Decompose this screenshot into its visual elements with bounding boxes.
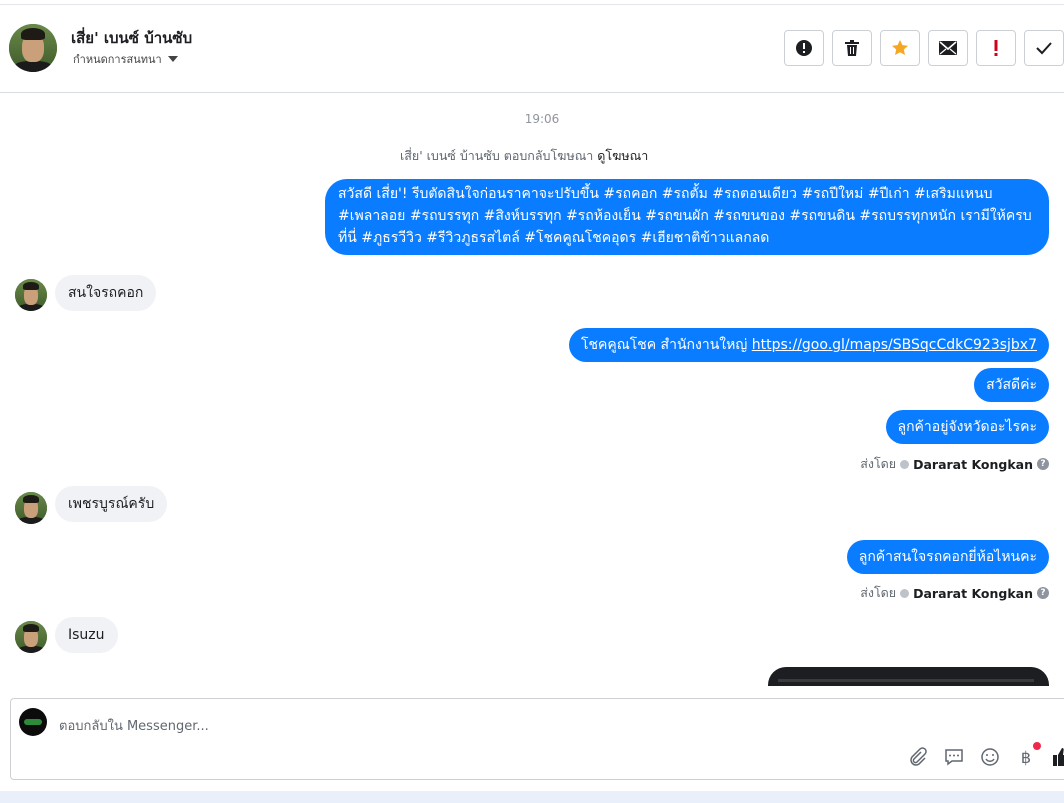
sent-by-row: ส่งโดย Dararat Kongkan ? — [860, 583, 1049, 603]
sent-by-label: ส่งโดย — [860, 585, 897, 600]
like-button[interactable] — [1051, 746, 1064, 768]
ad-reply-note: เสี่ย' เบนซ์ บ้านซับ ตอบกลับโฆษณา ดูโฆษณ… — [400, 146, 648, 166]
saved-replies-icon — [945, 749, 963, 766]
message-text: โชคคูณโชค สำนักงานใหญ่ — [580, 337, 752, 353]
caret-down-icon — [167, 56, 178, 62]
outgoing-message[interactable]: โชคคูณโชค สำนักงานใหญ่ https://goo.gl/ma… — [568, 328, 1049, 362]
contact-name[interactable]: เสี่ย' เบนซ์ บ้านซับ — [71, 26, 192, 50]
incoming-message[interactable]: Isuzu — [55, 617, 118, 653]
contact-avatar-small — [15, 492, 47, 524]
baht-payment-icon: ฿ — [1020, 747, 1032, 767]
agent-name[interactable]: Dararat Kongkan — [913, 457, 1033, 472]
saved-replies-button[interactable] — [943, 746, 965, 768]
trash-icon — [845, 40, 859, 56]
incoming-message[interactable]: สนใจรถคอก — [55, 275, 157, 311]
conversation-header: เสี่ย' เบนซ์ บ้านซับ กำหนดการสนทนา — [0, 5, 1064, 93]
outgoing-message[interactable]: สวัสดีค่ะ — [974, 368, 1049, 402]
exclamation-icon — [994, 40, 998, 56]
attach-button[interactable] — [907, 746, 929, 768]
contact-avatar[interactable] — [9, 24, 57, 72]
map-link[interactable]: https://goo.gl/maps/SBSqcCdkC923sjbx7 — [752, 337, 1037, 353]
agent-name[interactable]: Dararat Kongkan — [913, 586, 1033, 601]
reply-composer[interactable]: ตอบกลับใน Messenger... ฿ — [10, 698, 1064, 780]
thumbs-up-icon — [1053, 748, 1064, 766]
outgoing-message[interactable]: สวัสดี เสี่ย'! รีบตัดสินใจก่อนราคาจะปรับ… — [325, 179, 1049, 255]
contact-avatar-small — [15, 621, 47, 653]
contact-avatar-small — [15, 279, 47, 311]
help-icon[interactable]: ? — [1037, 458, 1049, 470]
message-thread[interactable]: 19:06 เสี่ย' เบนซ์ บ้านซับ ตอบกลับโฆษณา … — [0, 94, 1064, 686]
delete-button[interactable] — [832, 30, 872, 66]
star-icon — [892, 40, 908, 55]
notification-dot — [1033, 742, 1041, 750]
mark-done-button[interactable] — [1024, 30, 1064, 66]
checkmark-icon — [1036, 42, 1052, 55]
payment-button[interactable]: ฿ — [1015, 742, 1041, 768]
envelope-icon — [939, 41, 957, 55]
conversation-actions — [784, 30, 1064, 66]
view-ad-link[interactable]: ดูโฆษณา — [597, 148, 648, 163]
spam-button[interactable] — [976, 30, 1016, 66]
outgoing-message[interactable]: ลูกค้าอยู่จังหวัดอะไรคะ — [885, 410, 1049, 444]
verified-dot-icon — [900, 459, 910, 469]
emoji-icon — [981, 748, 999, 766]
outgoing-message[interactable]: ลูกค้าสนใจรถคอกยี่ห้อไหนคะ — [846, 540, 1049, 574]
thread-timestamp: 19:06 — [524, 112, 560, 126]
composer-toolbar: ฿ — [907, 742, 1064, 768]
assign-conversation-dropdown[interactable]: กำหนดการสนทนา — [73, 50, 178, 68]
assign-label: กำหนดการสนทนา — [73, 53, 162, 66]
report-button[interactable] — [784, 30, 824, 66]
sent-by-label: ส่งโดย — [860, 456, 897, 471]
help-icon[interactable]: ? — [1037, 587, 1049, 599]
paperclip-icon — [910, 747, 927, 766]
emoji-button[interactable] — [979, 746, 1001, 768]
sent-by-row: ส่งโดย Dararat Kongkan ? — [860, 454, 1049, 474]
ad-reply-text: เสี่ย' เบนซ์ บ้านซับ ตอบกลับโฆษณา — [400, 148, 594, 163]
reply-input[interactable]: ตอบกลับใน Messenger... — [59, 715, 209, 736]
star-button[interactable] — [880, 30, 920, 66]
page-avatar — [19, 708, 47, 736]
mark-unread-button[interactable] — [928, 30, 968, 66]
incoming-message[interactable]: เพชรบูรณ์ครับ — [55, 486, 168, 522]
outgoing-media-attachment[interactable] — [768, 667, 1049, 686]
bottom-strip — [0, 791, 1064, 803]
alert-circle-icon — [796, 40, 812, 56]
verified-dot-icon — [900, 588, 910, 598]
